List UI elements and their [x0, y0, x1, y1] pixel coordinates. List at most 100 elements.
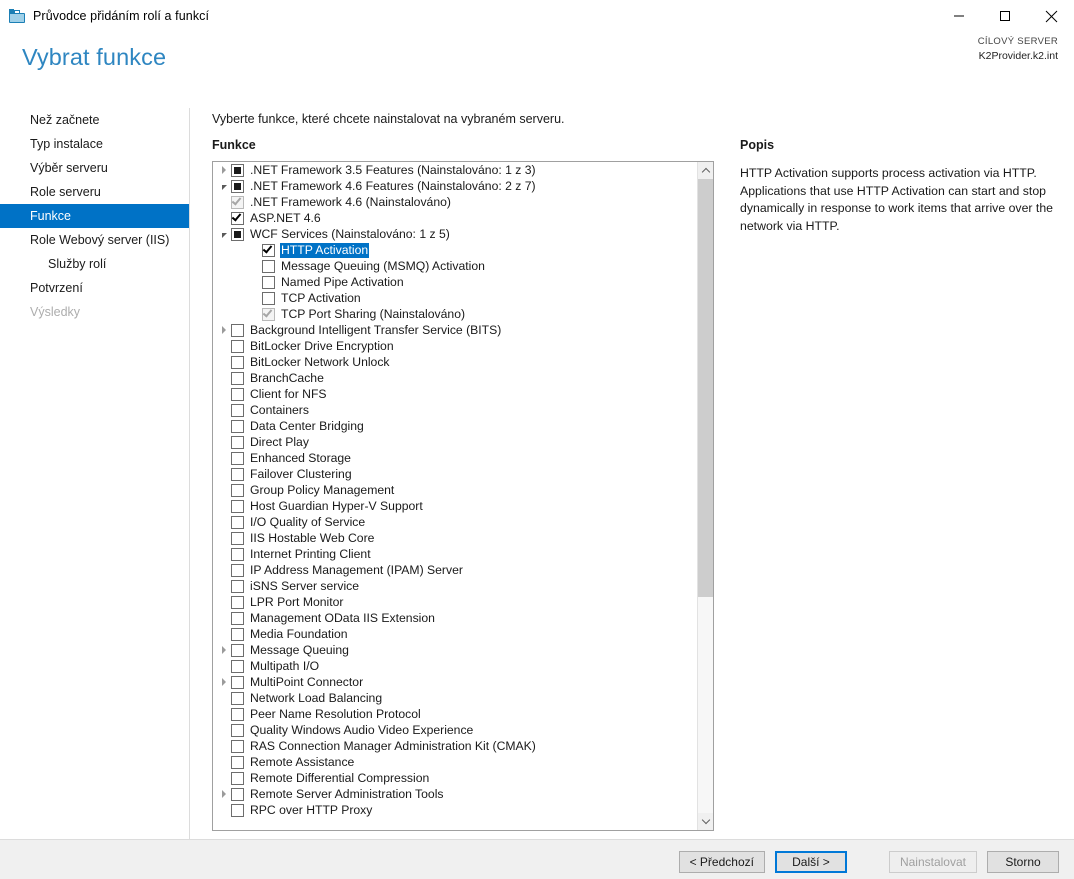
checkbox-unchecked[interactable]	[231, 675, 244, 689]
checkbox-unchecked[interactable]	[231, 339, 244, 353]
sidebar-item-role-webov-server-iis[interactable]: Role Webový server (IIS)	[0, 228, 189, 252]
checkbox-unchecked[interactable]	[231, 643, 244, 657]
tree-row[interactable]: Background Intelligent Transfer Service …	[213, 322, 697, 338]
tree-row[interactable]: Multipath I/O	[213, 658, 697, 674]
tree-row[interactable]: Failover Clustering	[213, 466, 697, 482]
checkbox-unchecked[interactable]	[231, 419, 244, 433]
checkbox-partial[interactable]	[231, 179, 244, 193]
scroll-down-icon[interactable]	[698, 813, 713, 830]
checkbox-unchecked[interactable]	[231, 803, 244, 817]
checkbox-unchecked[interactable]	[231, 387, 244, 401]
tree-row[interactable]: iSNS Server service	[213, 578, 697, 594]
features-tree[interactable]: .NET Framework 3.5 Features (Nainstalová…	[212, 161, 714, 831]
tree-row[interactable]: .NET Framework 3.5 Features (Nainstalová…	[213, 162, 697, 178]
features-tree-scrollbar[interactable]	[697, 162, 713, 830]
tree-row[interactable]: ASP.NET 4.6	[213, 210, 697, 226]
next-button[interactable]: Další >	[774, 851, 847, 873]
tree-row[interactable]: I/O Quality of Service	[213, 514, 697, 530]
chevron-right-icon[interactable]	[222, 790, 226, 798]
tree-row[interactable]: IIS Hostable Web Core	[213, 530, 697, 546]
checkbox-unchecked[interactable]	[231, 787, 244, 801]
checkbox-unchecked[interactable]	[231, 691, 244, 705]
tree-row[interactable]: Remote Server Administration Tools	[213, 786, 697, 802]
sidebar-item-role-serveru[interactable]: Role serveru	[0, 180, 189, 204]
checkbox-unchecked[interactable]	[231, 723, 244, 737]
tree-row[interactable]: Enhanced Storage	[213, 450, 697, 466]
checkbox-unchecked[interactable]	[231, 483, 244, 497]
checkbox-unchecked[interactable]	[231, 451, 244, 465]
checkbox-unchecked[interactable]	[262, 275, 275, 289]
checkbox-unchecked[interactable]	[231, 499, 244, 513]
tree-row[interactable]: Host Guardian Hyper-V Support	[213, 498, 697, 514]
tree-row[interactable]: Remote Assistance	[213, 754, 697, 770]
tree-row[interactable]: MultiPoint Connector	[213, 674, 697, 690]
expand-toggle[interactable]	[217, 166, 231, 174]
tree-row[interactable]: WCF Services (Nainstalováno: 1 z 5)	[213, 226, 697, 242]
chevron-right-icon[interactable]	[222, 678, 226, 686]
tree-row[interactable]: Message Queuing	[213, 642, 697, 658]
checkbox-unchecked[interactable]	[231, 435, 244, 449]
tree-row[interactable]: BitLocker Drive Encryption	[213, 338, 697, 354]
checkbox-unchecked[interactable]	[231, 627, 244, 641]
checkbox-unchecked[interactable]	[231, 611, 244, 625]
checkbox-unchecked[interactable]	[231, 547, 244, 561]
tree-row[interactable]: TCP Activation	[213, 290, 697, 306]
tree-row[interactable]: Remote Differential Compression	[213, 770, 697, 786]
chevron-right-icon[interactable]	[222, 326, 226, 334]
tree-row[interactable]: .NET Framework 4.6 (Nainstalováno)	[213, 194, 697, 210]
sidebar-item-slu-by-rol[interactable]: Služby rolí	[0, 252, 189, 276]
expand-toggle[interactable]	[217, 326, 231, 334]
tree-row[interactable]: BitLocker Network Unlock	[213, 354, 697, 370]
maximize-button[interactable]	[982, 0, 1028, 32]
checkbox-unchecked[interactable]	[231, 563, 244, 577]
checkbox-unchecked[interactable]	[231, 403, 244, 417]
checkbox-unchecked[interactable]	[231, 355, 244, 369]
checkbox-unchecked[interactable]	[231, 467, 244, 481]
tree-row[interactable]: Quality Windows Audio Video Experience	[213, 722, 697, 738]
checkbox-unchecked[interactable]	[231, 595, 244, 609]
tree-row[interactable]: RAS Connection Manager Administration Ki…	[213, 738, 697, 754]
chevron-down-icon[interactable]	[221, 232, 227, 238]
checkbox-unchecked[interactable]	[231, 755, 244, 769]
tree-row[interactable]: Media Foundation	[213, 626, 697, 642]
tree-row[interactable]: Client for NFS	[213, 386, 697, 402]
close-button[interactable]	[1028, 0, 1074, 32]
chevron-right-icon[interactable]	[222, 166, 226, 174]
sidebar-item-ne-za-nete[interactable]: Než začnete	[0, 108, 189, 132]
checkbox-unchecked[interactable]	[231, 515, 244, 529]
checkbox-partial[interactable]	[231, 227, 244, 241]
checkbox-unchecked[interactable]	[262, 291, 275, 305]
checkbox-unchecked[interactable]	[231, 659, 244, 673]
checkbox-unchecked[interactable]	[231, 739, 244, 753]
tree-row[interactable]: Message Queuing (MSMQ) Activation	[213, 258, 697, 274]
checkbox-unchecked[interactable]	[231, 707, 244, 721]
chevron-right-icon[interactable]	[222, 646, 226, 654]
previous-button[interactable]: < Předchozí	[678, 851, 765, 873]
tree-row[interactable]: IP Address Management (IPAM) Server	[213, 562, 697, 578]
scrollbar-track[interactable]	[698, 179, 713, 813]
tree-row[interactable]: Direct Play	[213, 434, 697, 450]
checkbox-unchecked[interactable]	[262, 259, 275, 273]
tree-row[interactable]: Peer Name Resolution Protocol	[213, 706, 697, 722]
checkbox-checked[interactable]	[262, 242, 275, 257]
tree-row[interactable]: RPC over HTTP Proxy	[213, 802, 697, 818]
checkbox-unchecked[interactable]	[231, 579, 244, 593]
tree-row[interactable]: Internet Printing Client	[213, 546, 697, 562]
sidebar-item-potvrzen[interactable]: Potvrzení	[0, 276, 189, 300]
checkbox-unchecked[interactable]	[231, 531, 244, 545]
checkbox-unchecked[interactable]	[231, 771, 244, 785]
cancel-button[interactable]: Storno	[987, 851, 1059, 873]
sidebar-item-v-b-r-serveru[interactable]: Výběr serveru	[0, 156, 189, 180]
tree-row[interactable]: TCP Port Sharing (Nainstalováno)	[213, 306, 697, 322]
tree-row[interactable]: HTTP Activation	[213, 242, 697, 258]
collapse-toggle[interactable]	[217, 183, 231, 190]
expand-toggle[interactable]	[217, 678, 231, 686]
tree-row[interactable]: Network Load Balancing	[213, 690, 697, 706]
minimize-button[interactable]	[936, 0, 982, 32]
checkbox-checked[interactable]	[231, 210, 244, 225]
checkbox-unchecked[interactable]	[231, 371, 244, 385]
expand-toggle[interactable]	[217, 646, 231, 654]
checkbox-unchecked[interactable]	[231, 323, 244, 337]
collapse-toggle[interactable]	[217, 231, 231, 238]
tree-row[interactable]: Named Pipe Activation	[213, 274, 697, 290]
